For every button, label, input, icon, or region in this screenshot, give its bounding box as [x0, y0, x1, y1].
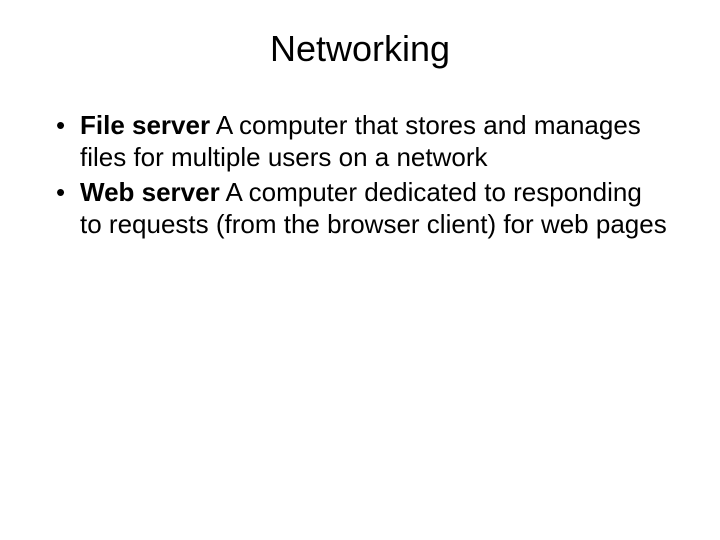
slide: Networking File server A computer that s… — [0, 0, 720, 540]
slide-body: File server A computer that stores and m… — [0, 80, 720, 241]
list-item: Web server A computer dedicated to respo… — [50, 177, 670, 240]
term: File server — [80, 110, 210, 140]
term: Web server — [80, 177, 220, 207]
slide-title: Networking — [0, 0, 720, 80]
list-item: File server A computer that stores and m… — [50, 110, 670, 173]
bullet-list: File server A computer that stores and m… — [50, 110, 670, 241]
